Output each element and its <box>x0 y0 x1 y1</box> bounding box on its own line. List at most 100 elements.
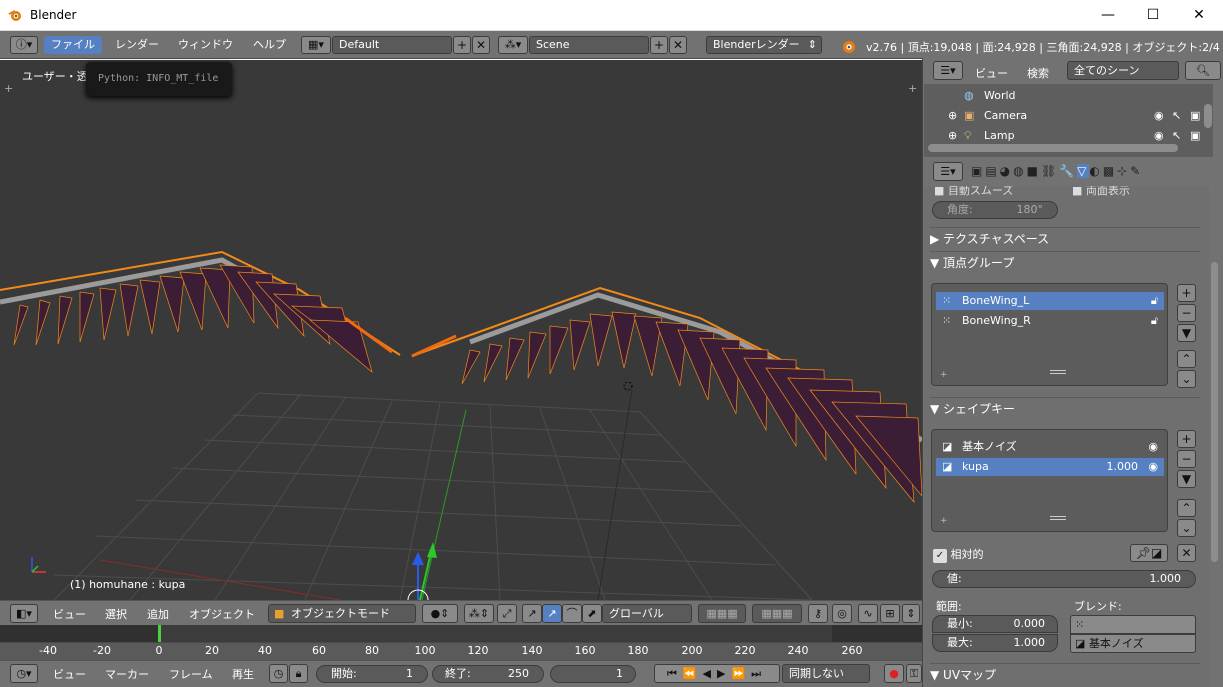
move-up-button[interactable]: ⌃ <box>1177 499 1196 517</box>
lock-icon[interactable]: 🔓︎ <box>1151 312 1158 330</box>
relative-checkbox[interactable]: ✓ 相対的 <box>933 546 984 563</box>
double-sided-checkbox[interactable]: ■ 両面表示 <box>1072 186 1130 198</box>
lock-range-icon[interactable]: 🔒︎ <box>289 664 308 683</box>
section-shape-keys[interactable]: ▼ シェイプキー <box>930 397 1200 419</box>
menu-frame[interactable]: フレーム <box>169 666 213 682</box>
close-window-button[interactable]: ✕ <box>1176 0 1222 31</box>
record-icon[interactable]: ● <box>884 664 904 683</box>
section-texture-space[interactable]: ▶ テクスチャスペース <box>930 227 1200 249</box>
select-cursor-icon[interactable]: ↖ <box>1172 126 1181 146</box>
timeline-area[interactable]: -40 -20 0 20 40 60 80 100 120 140 160 18… <box>0 625 922 660</box>
scale-manipulator-icon[interactable]: ⬈ <box>582 604 602 623</box>
expand-icon[interactable]: ⊕ <box>948 106 957 126</box>
menu-window[interactable]: ウィンドウ <box>171 36 240 54</box>
end-frame-field[interactable]: 終了: 250 <box>432 665 544 683</box>
3d-viewport[interactable]: + + ユーザー・透 (1) homuhane : kupa <box>0 60 922 600</box>
properties-context-tabs[interactable]: ▣▤◕◍■⛓🔧▽◐▩⊹✎ <box>971 162 1201 181</box>
proportional-edit-icon[interactable]: ⇕ <box>902 604 920 623</box>
menu-view[interactable]: ビュー <box>53 606 86 622</box>
clear-shape-button[interactable]: ✕ <box>1177 544 1196 562</box>
shape-value-slider[interactable]: 値: 1.000 <box>932 570 1196 588</box>
lock-layers-icon[interactable]: ⚷ <box>808 604 828 623</box>
editor-type-info-icon[interactable]: ⓘ▾ <box>10 36 38 54</box>
outliner-search-icon[interactable]: 🔍︎ <box>1185 61 1221 80</box>
expand-icon[interactable]: ⊕ <box>948 126 957 146</box>
visibility-eye-icon[interactable]: ◉ <box>1154 106 1164 126</box>
menu-file[interactable]: ファイル <box>44 36 102 54</box>
vertex-group-specials-button[interactable]: ▼ <box>1177 324 1196 342</box>
move-up-button[interactable]: ⌃ <box>1177 350 1196 368</box>
menu-outliner-search[interactable]: 検索 <box>1027 65 1049 81</box>
preview-range-icon[interactable]: ◷ <box>269 664 288 683</box>
layer-buttons-1[interactable]: ▦▦▦ <box>698 604 746 623</box>
shape-key-list[interactable]: ◪ 基本ノイズ ◉ ◪ kupa 1.000 ◉ + <box>931 429 1168 532</box>
mute-eye-icon[interactable]: ◉ <box>1148 458 1158 476</box>
editor-type-3dview-icon[interactable]: ◧▾ <box>10 604 38 623</box>
menu-render[interactable]: レンダー <box>108 36 166 54</box>
properties-scrollbar[interactable] <box>1211 262 1218 562</box>
shape-key-item[interactable]: ◪ kupa 1.000 ◉ <box>936 458 1164 476</box>
snap-icon[interactable]: ∿ <box>858 604 878 623</box>
shape-key-item[interactable]: ◪ 基本ノイズ ◉ <box>936 438 1164 456</box>
current-frame-marker[interactable] <box>158 625 161 642</box>
list-resize-handle[interactable] <box>1050 516 1066 520</box>
editor-type-timeline-icon[interactable]: ◷▾ <box>10 664 38 683</box>
auto-smooth-angle-field[interactable]: 角度: 180° <box>932 201 1058 219</box>
snap-target-icon[interactable]: ⊞ <box>880 604 900 623</box>
vertex-group-list[interactable]: ⁙ BoneWing_L 🔓︎ ⁙ BoneWing_R 🔓︎ + <box>931 283 1168 386</box>
outliner-horizontal-scrollbar[interactable] <box>928 144 1178 152</box>
move-down-button[interactable]: ⌄ <box>1177 519 1196 537</box>
vertex-group-blend-field[interactable]: ⁙ <box>1070 615 1196 634</box>
list-filter-icon[interactable]: + <box>940 516 948 526</box>
menu-select[interactable]: 選択 <box>105 606 127 622</box>
add-vertex-group-button[interactable]: + <box>1177 284 1196 302</box>
visibility-eye-icon[interactable]: ◉ <box>1154 126 1164 146</box>
list-resize-handle[interactable] <box>1050 370 1066 374</box>
minimize-button[interactable]: — <box>1085 0 1131 31</box>
viewport-shading-icon[interactable]: ●⇕ <box>422 604 458 623</box>
add-shape-key-button[interactable]: + <box>1177 430 1196 448</box>
transform-orientation-dropdown[interactable]: グローバル <box>602 604 692 623</box>
outliner-item-world[interactable]: ◍ World <box>924 86 1213 106</box>
shape-key-specials-button[interactable]: ▼ <box>1177 470 1196 488</box>
outliner-vertical-scrollbar[interactable] <box>1204 104 1212 128</box>
playback-controls[interactable]: ⏮⏪◀▶⏩⏭ <box>654 664 780 683</box>
vertex-group-item[interactable]: ⁙ BoneWing_L 🔓︎ <box>936 292 1164 310</box>
toolshelf-toggle-icon[interactable]: + <box>4 82 13 95</box>
outliner-item-camera[interactable]: ⊕ ▣ Camera ◉ ↖ ▣ <box>924 106 1213 126</box>
rotate-manipulator-icon[interactable]: ↗ <box>542 604 562 623</box>
curve-manipulator-icon[interactable]: ⌒ <box>562 604 582 623</box>
menu-add[interactable]: 追加 <box>147 606 169 622</box>
render-only-icon[interactable]: ◎ <box>832 604 852 623</box>
remove-scene-button[interactable]: ✕ <box>669 36 687 54</box>
maximize-button[interactable]: ☐ <box>1130 0 1176 31</box>
scene-icon[interactable]: ⁂▾ <box>498 36 528 54</box>
screen-layout-field[interactable]: Default <box>332 36 452 54</box>
layer-buttons-2[interactable]: ▦▦▦ <box>752 604 802 623</box>
timeline-frame-strip[interactable] <box>0 625 922 642</box>
select-cursor-icon[interactable]: ↖ <box>1172 106 1181 126</box>
outliner-item-lamp[interactable]: ⊕ 💡︎ Lamp ◉ ↖ ▣ <box>924 126 1213 146</box>
list-filter-icon[interactable]: + <box>940 370 948 380</box>
vertex-group-item[interactable]: ⁙ BoneWing_R 🔓︎ <box>936 312 1164 330</box>
mute-eye-icon[interactable]: ◉ <box>1148 438 1158 456</box>
section-uv-maps[interactable]: ▼ UVマップ <box>930 663 1200 685</box>
outliner-display-mode-dropdown[interactable]: 全てのシーン <box>1067 61 1179 80</box>
range-max-field[interactable]: 最大: 1.000 <box>932 634 1058 652</box>
scene-field[interactable]: Scene <box>529 36 649 54</box>
manipulator-toggle-icon[interactable]: ⤢ <box>497 604 517 623</box>
menu-playback[interactable]: 再生 <box>232 666 254 682</box>
editor-type-outliner-icon[interactable]: ☰▾ <box>933 61 963 80</box>
remove-shape-key-button[interactable]: − <box>1177 450 1196 468</box>
add-layout-button[interactable]: + <box>453 36 471 54</box>
pivot-point-icon[interactable]: ⁂⇕ <box>464 604 494 623</box>
sync-mode-dropdown[interactable]: 同期しない <box>782 664 870 683</box>
data-tab-icon[interactable]: ▽ <box>1077 164 1090 178</box>
menu-marker[interactable]: マーカー <box>105 666 149 682</box>
interaction-mode-dropdown[interactable]: ■ オブジェクトモード <box>268 604 416 623</box>
auto-smooth-checkbox[interactable]: ■ 自動スムーズ <box>934 186 1013 198</box>
add-scene-button[interactable]: + <box>650 36 668 54</box>
menu-help[interactable]: ヘルプ <box>246 36 293 54</box>
menu-outliner-view[interactable]: ビュー <box>975 65 1008 81</box>
screen-layout-icon[interactable]: ▦▾ <box>301 36 331 54</box>
